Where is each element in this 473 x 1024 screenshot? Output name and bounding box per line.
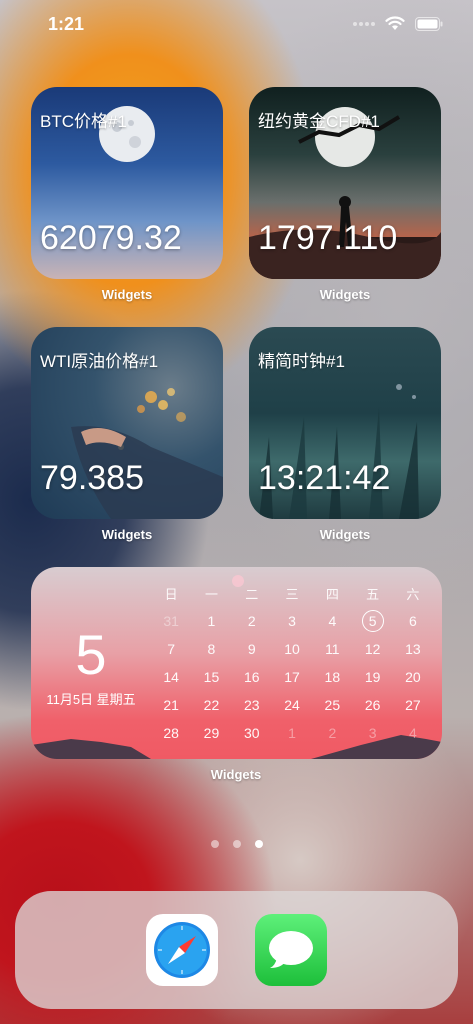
widget-value: 13:21:42 [258, 459, 391, 497]
wifi-icon [385, 16, 405, 30]
calendar-day: 2 [328, 725, 337, 741]
calendar-day-today: 5 [352, 607, 392, 635]
calendar-day: 12 [364, 641, 381, 657]
calendar-day: 29 [203, 725, 220, 741]
weekday-header: 三 [285, 586, 299, 602]
calendar-day: 16 [243, 669, 260, 685]
page-indicator[interactable] [0, 840, 473, 848]
weekday-header: 一 [204, 586, 218, 602]
calendar-day: 25 [324, 697, 341, 713]
weekday-header: 六 [406, 586, 420, 602]
widget-label: Widgets [319, 527, 371, 542]
calendar-day: 4 [409, 725, 417, 741]
calendar-day: 11 [325, 641, 340, 657]
page-dot[interactable] [210, 840, 219, 848]
calendar-day: 3 [288, 613, 296, 629]
page-dot[interactable] [232, 840, 241, 848]
widget-value: 1797.110 [258, 219, 398, 257]
calendar-day: 31 [163, 613, 179, 629]
calendar-day: 6 [409, 613, 417, 629]
calendar-day: 21 [163, 697, 179, 713]
weekday-header: 五 [366, 586, 380, 602]
calendar-day: 22 [203, 697, 220, 713]
simple-clock-widget[interactable]: 精简时钟#1 13:21:42 [249, 327, 441, 519]
calendar-day: 7 [167, 641, 176, 657]
calendar-day: 20 [405, 669, 421, 685]
calendar-day: 23 [243, 697, 260, 713]
status-icons [353, 16, 443, 31]
today-circle: 5 [361, 610, 384, 632]
widget-label: Widgets [101, 527, 153, 542]
dock [15, 891, 458, 1009]
calendar-day: 28 [163, 725, 179, 741]
home-screen: 1:21 BTC价格#1 62079.32 Widgets 纽约黄金CFD#1 … [0, 0, 473, 1024]
calendar-day: 2 [247, 613, 256, 629]
gold-cfd-widget[interactable]: 纽约黄金CFD#1 1797.110 [249, 87, 441, 279]
safari-icon[interactable] [146, 914, 218, 986]
calendar-day: 27 [405, 697, 421, 713]
calendar-day: 24 [284, 697, 300, 713]
calendar-widget[interactable]: 5 11月5日 星期五 日 一 二 三 四 五 六 31 1 2 3 4 5 6… [31, 567, 442, 759]
calendar-day: 10 [284, 641, 300, 657]
calendar-day: 4 [328, 613, 337, 629]
widget-value: 62079.32 [40, 219, 182, 257]
calendar-day: 30 [243, 725, 260, 741]
calendar-day: 1 [207, 613, 216, 629]
widget-label: Widgets [210, 767, 262, 782]
calendar-day: 9 [247, 641, 256, 657]
weekday-header: 日 [164, 586, 178, 602]
calendar-day: 14 [163, 669, 179, 685]
calendar-day: 19 [364, 669, 381, 685]
btc-price-widget[interactable]: BTC价格#1 62079.32 [31, 87, 223, 279]
widget-value: 79.385 [40, 459, 144, 497]
wti-oil-widget[interactable]: WTI原油价格#1 79.385 [31, 327, 223, 519]
page-dot-active[interactable] [254, 840, 263, 848]
weekday-header: 四 [325, 586, 339, 602]
calendar-date-text: 11月5日 星期五 [46, 692, 136, 707]
messages-icon[interactable] [255, 914, 327, 986]
calendar-day: 3 [368, 725, 377, 741]
calendar-day: 8 [207, 641, 216, 657]
status-bar: 1:21 [0, 0, 473, 50]
calendar-day: 18 [324, 669, 341, 685]
calendar-grid: 日 一 二 三 四 五 六 31 1 2 3 4 5 6 7 8 9 10 11… [151, 579, 433, 747]
calendar-day: 26 [364, 697, 381, 713]
weekday-header: 二 [245, 586, 259, 602]
widget-label: Widgets [319, 287, 371, 302]
cellular-signal-icon [353, 21, 375, 26]
status-time: 1:21 [48, 14, 85, 34]
calendar-day: 17 [284, 669, 300, 685]
widget-label: Widgets [101, 287, 153, 302]
battery-icon [415, 16, 443, 31]
widget-title: BTC价格#1 [40, 112, 127, 131]
calendar-day: 13 [405, 641, 421, 657]
widget-title: 精简时钟#1 [258, 352, 345, 371]
calendar-day: 15 [203, 669, 220, 685]
widget-title: 纽约黄金CFD#1 [258, 112, 380, 131]
widget-title: WTI原油价格#1 [40, 352, 159, 371]
calendar-day-number: 5 [75, 623, 107, 686]
calendar-day: 1 [288, 725, 296, 741]
